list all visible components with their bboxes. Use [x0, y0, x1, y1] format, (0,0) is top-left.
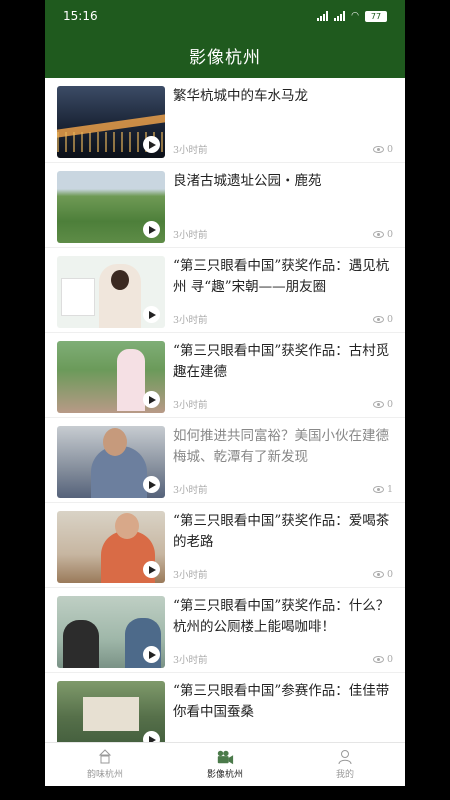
- video-title[interactable]: “第三只眼看中国”获奖作品：遇见杭州 寻“趣”宋朝——朋友圈: [173, 256, 393, 298]
- video-item[interactable]: 良渚古城遗址公园・鹿苑 3小时前 0: [45, 163, 405, 248]
- video-thumbnail[interactable]: [57, 596, 165, 668]
- video-thumbnail[interactable]: [57, 681, 165, 742]
- video-thumbnail[interactable]: [57, 256, 165, 328]
- eye-icon: [372, 230, 384, 238]
- system-nav-bar: [45, 786, 405, 800]
- tab-label: 韵味杭州: [86, 770, 123, 780]
- video-thumbnail[interactable]: [57, 511, 165, 583]
- view-count: 0: [386, 143, 393, 155]
- video-title[interactable]: “第三只眼看中国”获奖作品：古村觅趣在建德: [173, 341, 393, 383]
- video-thumbnail[interactable]: [57, 86, 165, 158]
- video-title[interactable]: 繁华杭城中的车水马龙: [173, 86, 393, 107]
- status-bar: 15:16 ◠ 77: [45, 0, 405, 32]
- play-icon[interactable]: [143, 306, 160, 323]
- battery-icon: 77: [365, 10, 387, 22]
- signal-icon: [317, 11, 329, 21]
- eye-icon: [372, 145, 384, 153]
- eye-icon: [372, 655, 384, 663]
- video-list[interactable]: 繁华杭城中的车水马龙 3小时前 0 良渚古城遗址公园・鹿苑 3小时前 0 “第三只眼…: [45, 78, 405, 742]
- tab-yingxiang-hangzhou[interactable]: 影像杭州: [165, 743, 285, 786]
- video-thumbnail[interactable]: [57, 171, 165, 243]
- status-time: 15:16: [63, 9, 98, 23]
- user-icon: [336, 749, 354, 765]
- video-item[interactable]: “第三只眼看中国”获奖作品：遇见杭州 寻“趣”宋朝——朋友圈 3小时前 0: [45, 248, 405, 333]
- view-count: 0: [386, 568, 393, 580]
- video-title[interactable]: “第三只眼看中国”获奖作品：什么？杭州的公厕楼上能喝咖啡！: [173, 596, 393, 638]
- play-icon[interactable]: [143, 646, 160, 663]
- temple-icon: [96, 749, 114, 765]
- video-item[interactable]: “第三只眼看中国”参赛作品：佳佳带你看中国蚕桑: [45, 673, 405, 742]
- tab-mine[interactable]: 我的: [285, 743, 405, 786]
- video-title[interactable]: “第三只眼看中国”参赛作品：佳佳带你看中国蚕桑: [173, 681, 393, 723]
- play-icon[interactable]: [143, 136, 160, 153]
- video-time: 3小时前: [173, 145, 208, 156]
- video-item[interactable]: “第三只眼看中国”获奖作品：古村觅趣在建德 3小时前 0: [45, 333, 405, 418]
- video-item[interactable]: 如何推进共同富裕？美国小伙在建德梅城、乾潭有了新发现 3小时前 1: [45, 418, 405, 503]
- view-count: 0: [386, 228, 393, 240]
- video-title[interactable]: “第三只眼看中国”获奖作品：爱喝茶的老路: [173, 511, 393, 553]
- video-time: 3小时前: [173, 570, 208, 581]
- status-icons: ◠ 77: [317, 10, 387, 22]
- video-item[interactable]: “第三只眼看中国”获奖作品：爱喝茶的老路 3小时前 0: [45, 503, 405, 588]
- page-header: 影像杭州: [45, 32, 405, 78]
- video-thumbnail[interactable]: [57, 426, 165, 498]
- tab-label: 我的: [335, 770, 354, 780]
- eye-icon: [372, 485, 384, 493]
- app-screen: 15:16 ◠ 77 影像杭州 繁华杭城中的车水马龙 3小时前 0 良渚古城遗址公…: [45, 0, 405, 800]
- view-count: 1: [386, 483, 393, 495]
- eye-icon: [372, 315, 384, 323]
- video-title[interactable]: 如何推进共同富裕？美国小伙在建德梅城、乾潭有了新发现: [173, 426, 393, 468]
- page-title: 影像杭州: [189, 47, 261, 68]
- video-time: 3小时前: [173, 315, 208, 326]
- play-icon[interactable]: [143, 221, 160, 238]
- eye-icon: [372, 400, 384, 408]
- signal-icon-2: [334, 11, 346, 21]
- tab-label: 影像杭州: [206, 770, 243, 780]
- tab-yunwei-hangzhou[interactable]: 韵味杭州: [45, 743, 165, 786]
- play-icon[interactable]: [143, 731, 160, 742]
- eye-icon: [372, 570, 384, 578]
- play-icon[interactable]: [143, 561, 160, 578]
- video-title[interactable]: 良渚古城遗址公园・鹿苑: [173, 171, 393, 192]
- wifi-icon: ◠: [351, 11, 359, 21]
- video-item[interactable]: “第三只眼看中国”获奖作品：什么？杭州的公厕楼上能喝咖啡！ 3小时前 0: [45, 588, 405, 673]
- bottom-tab-bar: 韵味杭州 影像杭州 我的: [45, 742, 405, 786]
- video-item[interactable]: 繁华杭城中的车水马龙 3小时前 0: [45, 78, 405, 163]
- video-time: 3小时前: [173, 230, 208, 241]
- video-camera-icon: [216, 749, 234, 765]
- video-time: 3小时前: [173, 485, 208, 496]
- video-time: 3小时前: [173, 655, 208, 666]
- view-count: 0: [386, 398, 393, 410]
- view-count: 0: [386, 653, 393, 665]
- view-count: 0: [386, 313, 393, 325]
- video-thumbnail[interactable]: [57, 341, 165, 413]
- play-icon[interactable]: [143, 476, 160, 493]
- video-time: 3小时前: [173, 400, 208, 411]
- play-icon[interactable]: [143, 391, 160, 408]
